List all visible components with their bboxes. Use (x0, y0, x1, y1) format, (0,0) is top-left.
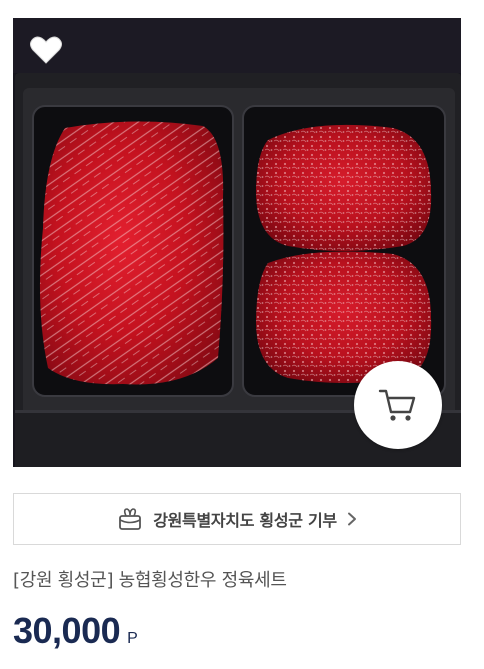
add-to-cart-button[interactable] (354, 361, 442, 449)
donation-label: 강원특별자치도 횡성군 기부 (153, 511, 337, 530)
product-title[interactable]: [강원 횡성군] 농협횡성한우 정육세트 (13, 566, 287, 592)
price: 30,000 P (13, 610, 138, 652)
cart-icon (378, 389, 416, 421)
price-value: 30,000 (13, 610, 121, 651)
gift-box-icon (119, 508, 142, 530)
chevron-right-icon (347, 512, 356, 526)
donation-link[interactable]: 강원특별자치도 횡성군 기부 (13, 493, 461, 545)
heart-icon (30, 36, 62, 64)
price-unit: P (127, 630, 138, 647)
wishlist-button[interactable] (27, 32, 65, 68)
